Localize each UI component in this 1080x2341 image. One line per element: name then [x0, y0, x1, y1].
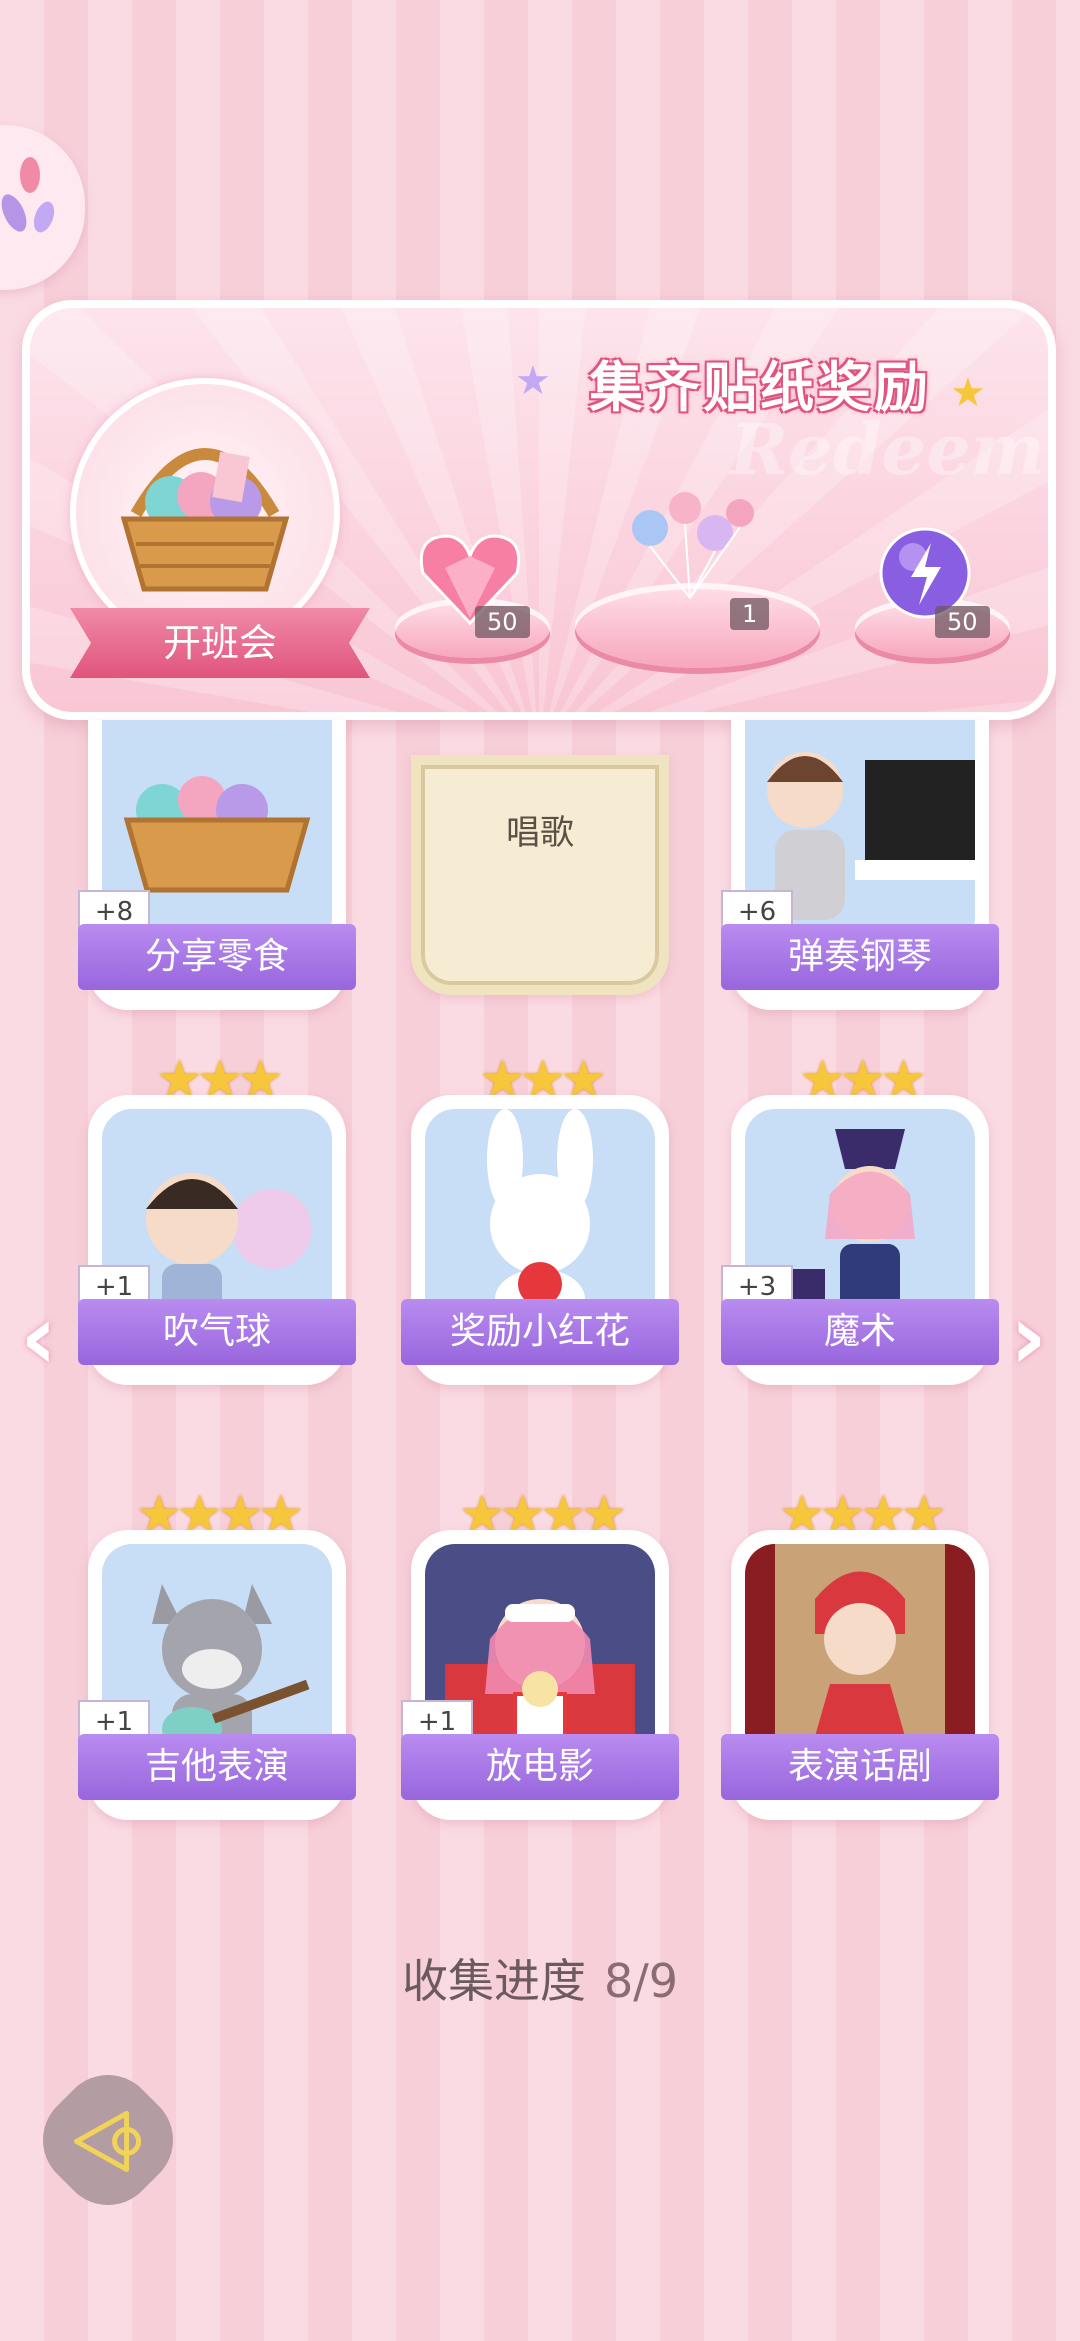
back-arrow-icon	[74, 2110, 142, 2172]
star-decoration-icon: ★	[515, 358, 551, 404]
event-label: 开班会	[70, 608, 370, 678]
progress-label: 收集进度	[401, 1954, 586, 2008]
sticker-card-locked[interactable]: 唱歌	[411, 755, 669, 995]
menu-corner-button[interactable]	[0, 125, 85, 290]
collection-progress: 收集进度 8/9	[0, 1945, 1080, 2011]
sticker-card-movie[interactable]: +1 放电影	[401, 1530, 679, 1820]
sticker-label: 分享零食	[78, 924, 356, 990]
sticker-card-share-snacks[interactable]: +8 分享零食	[78, 720, 356, 1010]
event-basket[interactable]	[70, 378, 340, 648]
reward-panel: Redeem ★ ★ 集齐贴纸奖励 开班会 50 1 50	[22, 300, 1056, 720]
star-decoration-icon: ★	[950, 370, 986, 416]
reward-count: 50	[475, 606, 530, 638]
progress-value: 8/9	[603, 1954, 679, 2008]
sticker-card-red-flower[interactable]: 奖励小红花	[401, 1095, 679, 1385]
sticker-label: 表演话剧	[721, 1734, 999, 1800]
sticker-card-piano[interactable]: +6 弹奏钢琴	[721, 720, 999, 1010]
sticker-label: 弹奏钢琴	[721, 924, 999, 990]
sticker-label: 吹气球	[78, 1299, 356, 1365]
sticker-card-blow-balloon[interactable]: +1 吹气球	[78, 1095, 356, 1385]
next-page-arrow[interactable]: ›	[1010, 1285, 1047, 1390]
sticker-card-guitar[interactable]: +1 吉他表演	[78, 1530, 356, 1820]
snack-basket-icon	[120, 448, 290, 592]
sticker-label: 吉他表演	[78, 1734, 356, 1800]
sticker-card-drama[interactable]: 表演话剧	[721, 1530, 999, 1820]
sticker-card-magic[interactable]: +3 魔术	[721, 1095, 999, 1385]
petal-icon	[1, 157, 55, 233]
sticker-label: 放电影	[401, 1734, 679, 1800]
reward-count: 50	[935, 606, 990, 638]
back-button[interactable]	[23, 2055, 193, 2225]
sticker-label: 唱歌	[506, 813, 574, 853]
sticker-label: 魔术	[721, 1299, 999, 1365]
balloon-bunch-icon[interactable]	[620, 488, 770, 608]
reward-count: 1	[730, 598, 770, 630]
reward-title: 集齐贴纸奖励	[589, 356, 931, 419]
prev-page-arrow[interactable]: ‹	[20, 1285, 57, 1390]
sticker-label: 奖励小红花	[401, 1299, 679, 1365]
